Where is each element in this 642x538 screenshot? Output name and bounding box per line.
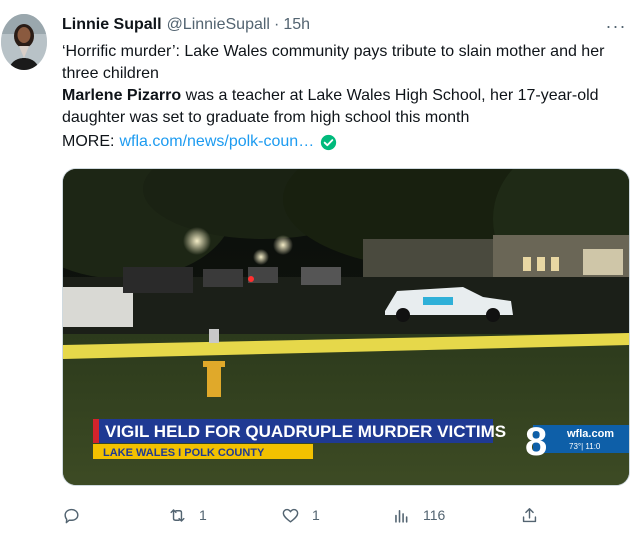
views-button[interactable]: 116 bbox=[392, 503, 445, 527]
avatar[interactable] bbox=[1, 14, 47, 70]
tweet-actions: 1 1 116 bbox=[62, 503, 630, 527]
more-options-button[interactable]: ··· bbox=[602, 14, 630, 38]
news-video-frame: VIGIL HELD FOR QUADRUPLE MURDER VICTIMS … bbox=[63, 169, 629, 485]
timestamp[interactable]: 15h bbox=[283, 16, 310, 34]
tweet-card[interactable]: Linnie Supall @LinnieSupall · 15h ··· ‘H… bbox=[0, 0, 642, 538]
retweet-button[interactable]: 1 bbox=[168, 503, 207, 527]
lower-third-location: LAKE WALES I POLK COUNTY bbox=[103, 447, 265, 459]
views-chart-icon bbox=[395, 509, 408, 523]
share-icon bbox=[522, 507, 537, 522]
reply-icon bbox=[64, 508, 79, 523]
separator: · bbox=[273, 16, 280, 33]
reply-button[interactable] bbox=[62, 503, 93, 527]
tweet-header: Linnie Supall @LinnieSupall · 15h bbox=[62, 14, 310, 36]
channel-number: 8 bbox=[525, 420, 547, 464]
tweet-text-body: Marlene Pizarro was a teacher at Lake Wa… bbox=[62, 85, 630, 129]
channel-brand: wfla.com bbox=[566, 428, 614, 440]
verified-check-icon bbox=[321, 134, 337, 150]
retweet-count: 1 bbox=[199, 507, 207, 523]
author-handle[interactable]: @LinnieSupall bbox=[167, 16, 270, 34]
like-count: 1 bbox=[312, 507, 320, 523]
author-name[interactable]: Linnie Supall bbox=[62, 16, 162, 34]
weather-readout: 73°| 11:0 bbox=[569, 442, 601, 451]
tweet-text-headline: ‘Horrific murder’: Lake Wales community … bbox=[62, 43, 605, 82]
avatar-photo bbox=[1, 14, 47, 70]
article-link[interactable]: wfla.com/news/polk-coun… bbox=[119, 131, 314, 153]
retweet-icon bbox=[170, 508, 185, 522]
like-button[interactable]: 1 bbox=[281, 503, 320, 527]
lower-third-headline: VIGIL HELD FOR QUADRUPLE MURDER VICTIMS bbox=[105, 422, 506, 441]
tweet-more-line: MORE: wfla.com/news/polk-coun… bbox=[62, 131, 630, 153]
share-button[interactable] bbox=[520, 503, 539, 527]
heart-icon bbox=[282, 508, 299, 523]
bold-name: Marlene Pizarro bbox=[62, 87, 182, 104]
views-count: 116 bbox=[423, 507, 446, 523]
more-prefix: MORE: bbox=[62, 133, 115, 150]
more-icon: ··· bbox=[605, 15, 627, 36]
media-image[interactable]: VIGIL HELD FOR QUADRUPLE MURDER VICTIMS … bbox=[62, 168, 630, 486]
